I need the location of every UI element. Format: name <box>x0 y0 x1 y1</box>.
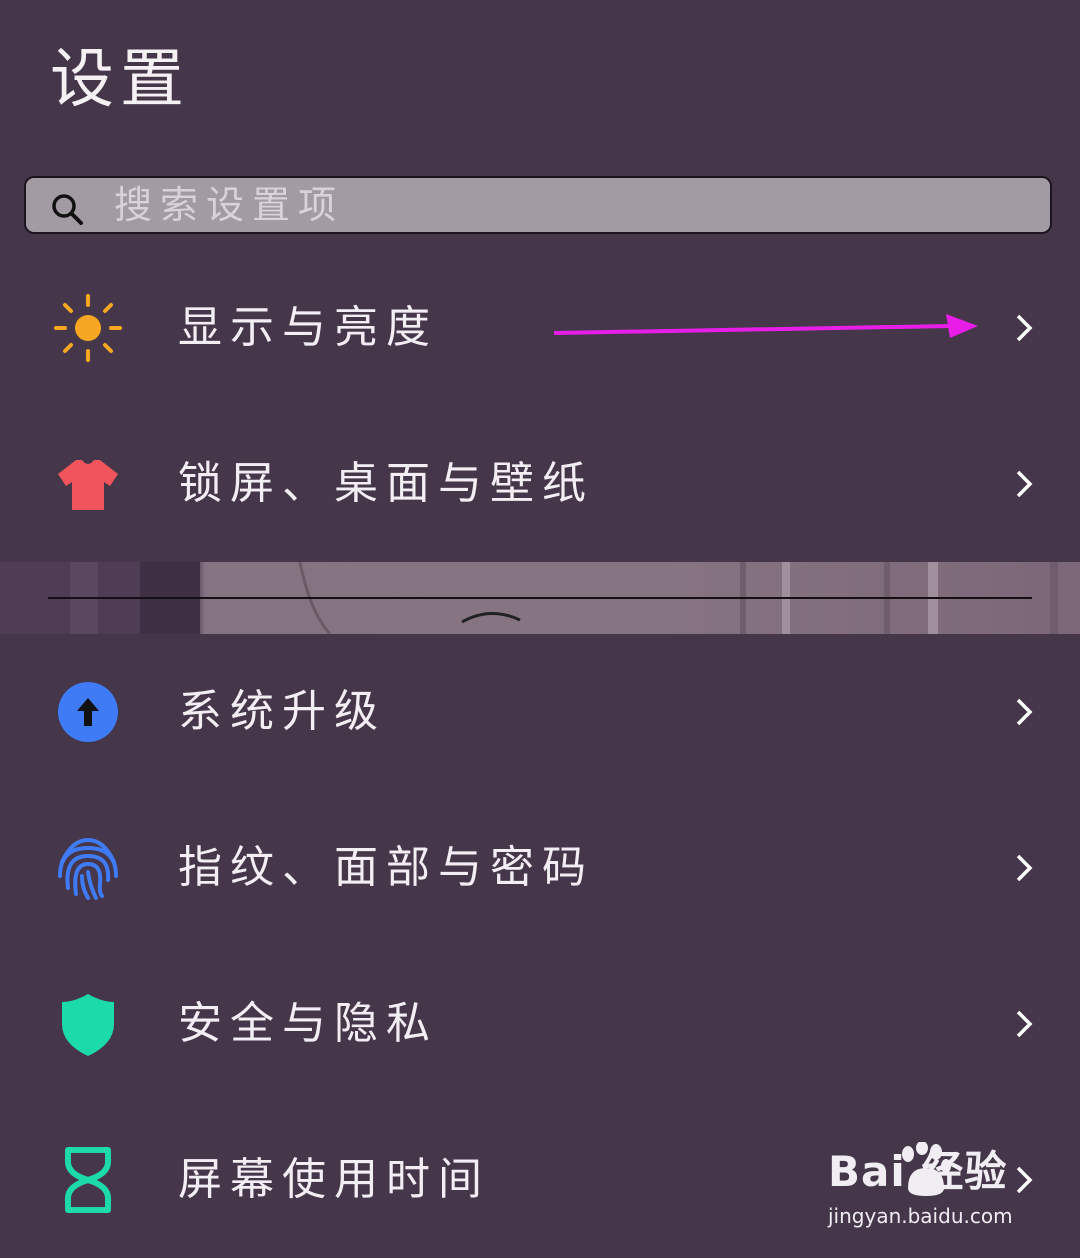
setting-item-system-upgrade[interactable]: 系统升级 <box>0 634 1080 790</box>
setting-label: 安全与隐私 <box>178 998 438 1049</box>
setting-label: 显示与亮度 <box>178 302 438 353</box>
setting-item-fingerprint-face-password[interactable]: 指纹、面部与密码 <box>0 790 1080 946</box>
watermark-url: jingyan.baidu.com <box>828 1204 1013 1228</box>
setting-label: 系统升级 <box>178 686 386 737</box>
setting-label: 屏幕使用时间 <box>178 1154 490 1205</box>
setting-item-lockscreen-wallpaper[interactable]: 锁屏、桌面与壁纸 <box>0 406 1080 562</box>
annotation-arrow <box>554 314 978 338</box>
chevron-right-icon <box>1016 470 1033 498</box>
shield-icon <box>62 994 114 1056</box>
chevron-right-icon <box>1016 1010 1033 1038</box>
sun-icon <box>54 294 122 362</box>
baidu-jingyan-watermark: Bai 经验 jingyan.baidu.com <box>828 1140 1038 1232</box>
section-divider <box>48 597 1032 599</box>
page-title: 设置 <box>50 43 190 117</box>
chevron-right-icon <box>1016 854 1033 882</box>
setting-label: 指纹、面部与密码 <box>178 842 594 893</box>
hourglass-icon <box>65 1147 111 1213</box>
baidu-paw-icon <box>902 1142 951 1196</box>
wallpaper-photo-strip <box>0 562 1080 634</box>
upgrade-arrow-icon <box>58 682 118 742</box>
setting-label: 锁屏、桌面与壁纸 <box>178 458 594 509</box>
chevron-right-icon <box>1016 698 1033 726</box>
search-placeholder: 搜索设置项 <box>114 183 345 227</box>
tshirt-icon <box>58 460 118 510</box>
setting-item-security-privacy[interactable]: 安全与隐私 <box>0 946 1080 1102</box>
search-icon <box>52 194 83 225</box>
search-input[interactable]: 搜索设置项 <box>24 176 1052 234</box>
chevron-right-icon <box>1016 314 1033 342</box>
fingerprint-icon <box>58 837 118 900</box>
